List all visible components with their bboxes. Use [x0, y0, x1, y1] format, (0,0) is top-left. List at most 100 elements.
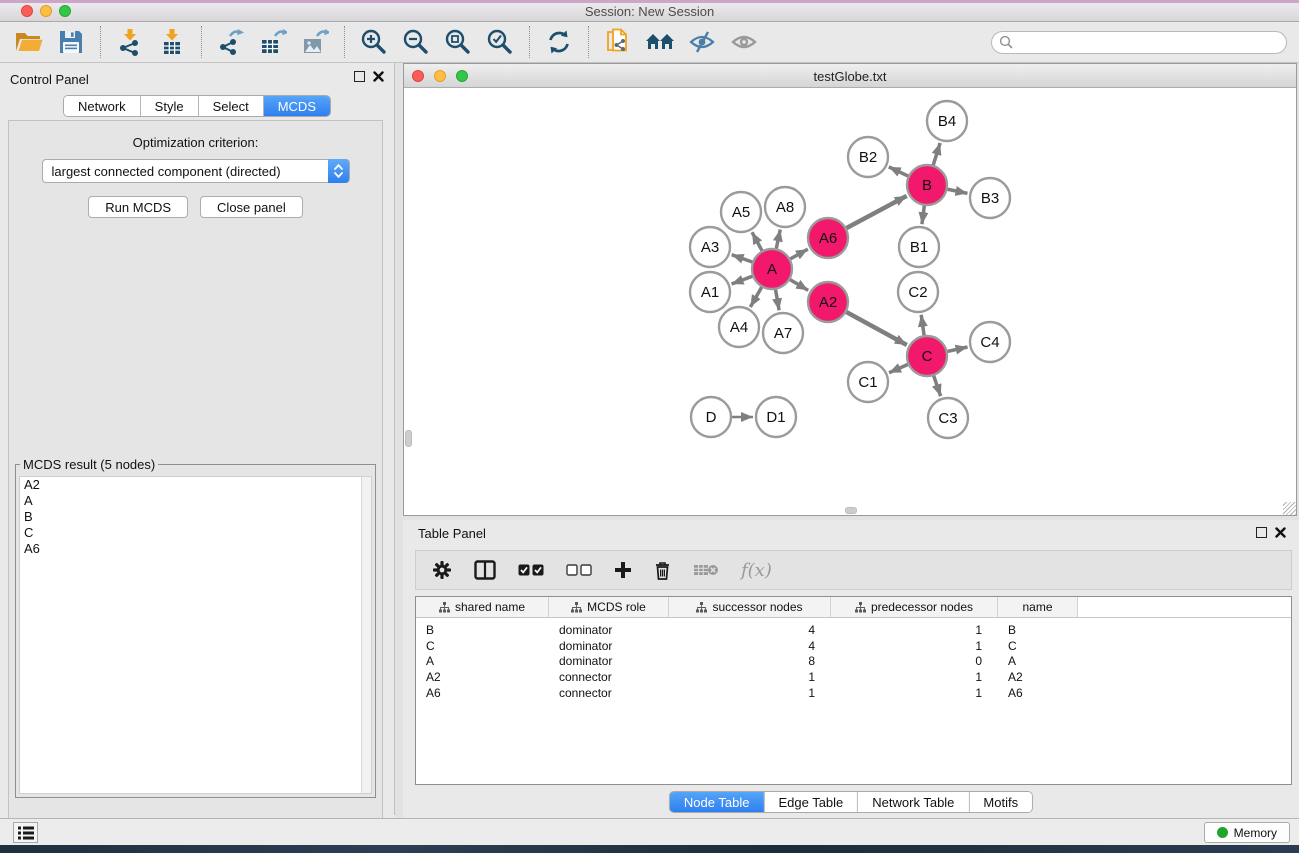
graph-node-C2[interactable]: C2: [898, 272, 938, 312]
tab-mcds[interactable]: MCDS: [264, 96, 330, 116]
tab-select[interactable]: Select: [199, 96, 264, 116]
zoom-fit-icon[interactable]: [441, 26, 475, 58]
graph-node-A[interactable]: A: [752, 249, 792, 289]
zoom-selected-icon[interactable]: [483, 26, 517, 58]
column-header-name[interactable]: name: [998, 597, 1078, 617]
delete-table-icon[interactable]: [693, 563, 719, 577]
graph-node-A7[interactable]: A7: [763, 313, 803, 353]
graph-edge-A-A3[interactable]: [732, 255, 755, 263]
column-view-icon[interactable]: [474, 560, 496, 580]
table-row[interactable]: A6connector11A6: [416, 685, 1291, 701]
float-panel-icon[interactable]: [354, 71, 365, 82]
graph-node-B4[interactable]: B4: [927, 101, 967, 141]
tab-network[interactable]: Network: [64, 96, 141, 116]
graph-node-B3[interactable]: B3: [970, 178, 1010, 218]
graph-edge-A-A7[interactable]: [775, 287, 779, 311]
graph-node-C3[interactable]: C3: [928, 398, 968, 438]
graph-node-C[interactable]: C: [907, 336, 947, 376]
mcds-result-item[interactable]: A2: [20, 477, 371, 493]
save-session-icon[interactable]: [54, 26, 88, 58]
graph-node-B[interactable]: B: [907, 165, 947, 205]
table-settings-icon[interactable]: [432, 560, 452, 580]
graph-node-A4[interactable]: A4: [719, 307, 759, 347]
graph-node-A3[interactable]: A3: [690, 227, 730, 267]
import-network-icon[interactable]: [113, 26, 147, 58]
graph-edge-C-C1[interactable]: [889, 363, 910, 372]
zoom-out-icon[interactable]: [399, 26, 433, 58]
graph-edge-B-B1[interactable]: [922, 203, 925, 224]
zoom-in-icon[interactable]: [357, 26, 391, 58]
tab-edge-table[interactable]: Edge Table: [764, 792, 858, 812]
graph-node-A2[interactable]: A2: [808, 282, 848, 322]
criterion-dropdown[interactable]: largest connected component (directed): [42, 159, 350, 183]
delete-column-icon[interactable]: [654, 561, 671, 580]
column-header-shared-name[interactable]: shared name: [416, 597, 549, 617]
graph-edge-A-A8[interactable]: [776, 230, 781, 252]
graph-edge-C-C4[interactable]: [945, 347, 968, 352]
export-network-icon[interactable]: [214, 26, 248, 58]
graph-node-D[interactable]: D: [691, 397, 731, 437]
graph-edge-A-A5[interactable]: [752, 232, 763, 253]
column-header-successor-nodes[interactable]: successor nodes: [669, 597, 831, 617]
graph-node-A1[interactable]: A1: [690, 272, 730, 312]
show-all-icon[interactable]: [727, 26, 761, 58]
run-mcds-button[interactable]: Run MCDS: [88, 196, 188, 218]
graph-edge-A2-C[interactable]: [844, 311, 907, 345]
table-row[interactable]: A2connector11A2: [416, 669, 1291, 685]
tab-style[interactable]: Style: [141, 96, 199, 116]
graph-edge-A-A4[interactable]: [750, 285, 763, 307]
tab-network-table[interactable]: Network Table: [858, 792, 969, 812]
graph-node-B2[interactable]: B2: [848, 137, 888, 177]
graph-node-B1[interactable]: B1: [899, 227, 939, 267]
node-table[interactable]: shared name MCDS role successor nodes pr…: [415, 596, 1292, 785]
table-row[interactable]: Bdominator41B: [416, 622, 1291, 638]
tab-motifs[interactable]: Motifs: [969, 792, 1032, 812]
network-canvas[interactable]: AA1A2A3A4A5A6A7A8BB1B2B3B4CC1C2C3C4DD1: [404, 88, 1296, 515]
graph-node-A8[interactable]: A8: [765, 187, 805, 227]
tab-node-table[interactable]: Node Table: [670, 792, 765, 812]
result-list-scrollbar[interactable]: [361, 477, 371, 793]
select-all-icon[interactable]: [518, 564, 544, 576]
graph-node-C4[interactable]: C4: [970, 322, 1010, 362]
first-neighbors-icon[interactable]: [643, 26, 677, 58]
graph-edge-B-B3[interactable]: [945, 189, 968, 194]
graph-edge-C-C2[interactable]: [921, 315, 924, 338]
graph-node-C1[interactable]: C1: [848, 362, 888, 402]
mcds-result-item[interactable]: A6: [20, 541, 371, 557]
canvas-vertical-scrollbar[interactable]: [405, 430, 412, 447]
graph-edge-A-A2[interactable]: [788, 278, 809, 290]
graph-edge-C-C3[interactable]: [933, 373, 941, 396]
open-session-icon[interactable]: [12, 26, 46, 58]
export-table-icon[interactable]: [256, 26, 290, 58]
new-network-from-selection-icon[interactable]: [601, 26, 635, 58]
mcds-result-list[interactable]: A2 A B C A6: [19, 476, 372, 794]
close-panel-button[interactable]: Close panel: [200, 196, 303, 218]
deselect-all-icon[interactable]: [566, 564, 592, 576]
network-graph[interactable]: AA1A2A3A4A5A6A7A8BB1B2B3B4CC1C2C3C4DD1: [404, 88, 1296, 515]
frame-resize-grip[interactable]: [1283, 502, 1296, 515]
hide-selected-icon[interactable]: [685, 26, 719, 58]
close-panel-icon[interactable]: [373, 71, 384, 82]
task-history-button[interactable]: [13, 822, 38, 843]
graph-node-A5[interactable]: A5: [721, 192, 761, 232]
refresh-icon[interactable]: [542, 26, 576, 58]
graph-edge-A6-B[interactable]: [844, 196, 907, 230]
table-row[interactable]: Adominator80A: [416, 653, 1291, 669]
graph-edge-A-A1[interactable]: [732, 275, 756, 284]
add-column-icon[interactable]: [614, 561, 632, 579]
mcds-result-item[interactable]: B: [20, 509, 371, 525]
mcds-result-item[interactable]: C: [20, 525, 371, 541]
export-image-icon[interactable]: [298, 26, 332, 58]
graph-edge-B-B2[interactable]: [889, 167, 911, 177]
graph-edge-A-A6[interactable]: [788, 249, 808, 260]
table-row[interactable]: Cdominator41C: [416, 638, 1291, 654]
search-input[interactable]: [991, 31, 1287, 54]
graph-edge-B-B4[interactable]: [932, 143, 940, 168]
column-header-mcds-role[interactable]: MCDS role: [549, 597, 669, 617]
memory-button[interactable]: Memory: [1204, 822, 1290, 843]
close-table-panel-icon[interactable]: [1275, 527, 1286, 538]
function-builder-icon[interactable]: f(x): [741, 560, 772, 581]
float-table-panel-icon[interactable]: [1256, 527, 1267, 538]
graph-node-A6[interactable]: A6: [808, 218, 848, 258]
canvas-horizontal-scrollbar[interactable]: [845, 507, 857, 514]
